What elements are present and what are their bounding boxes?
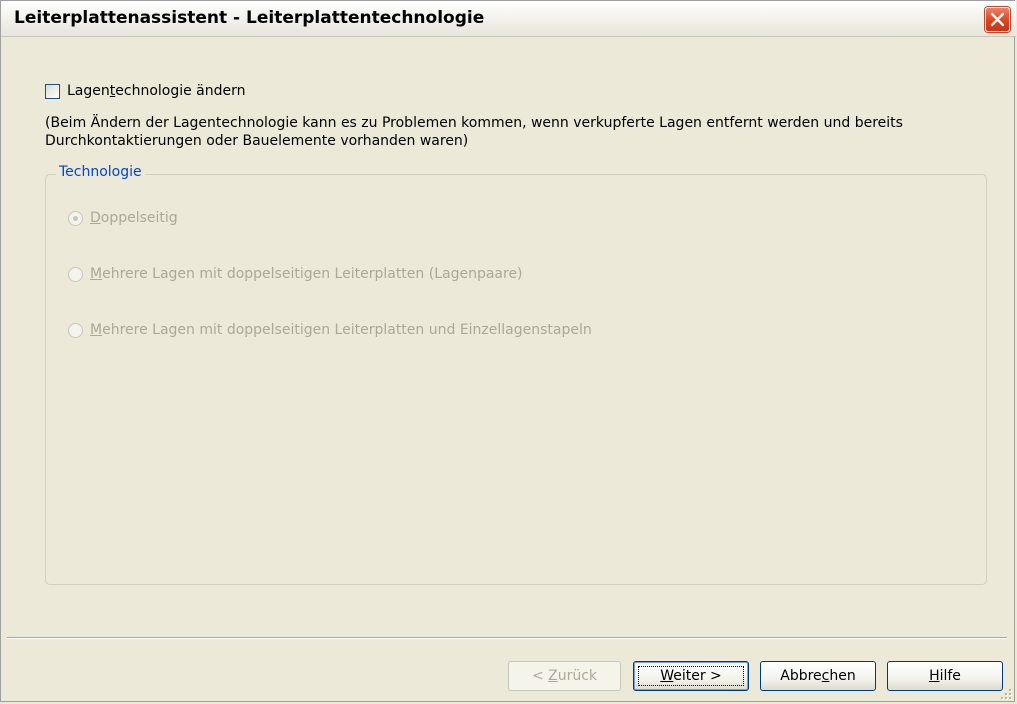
window-title: Leiterplattenassistent - Leiterplattente… xyxy=(14,8,485,28)
change-technology-label[interactable]: Lagentechnologie ändern xyxy=(67,83,246,99)
separator-highlight xyxy=(7,638,1007,639)
resize-grip-icon[interactable] xyxy=(997,685,1013,701)
dialog-window: Leiterplattenassistent - Leiterplattente… xyxy=(0,0,1016,702)
radio-button-multilayer-pairs xyxy=(68,267,83,282)
close-button[interactable] xyxy=(985,7,1010,32)
technology-group xyxy=(45,174,987,585)
radio-label-multilayer-pairs: Mehrere Lagen mit doppelseitigen Leiterp… xyxy=(90,266,523,282)
radio-button-multilayer-stacks xyxy=(68,323,83,338)
cancel-button[interactable]: Abbrechen xyxy=(760,661,876,691)
warning-note: (Beim Ändern der Lagentechnologie kann e… xyxy=(45,115,903,149)
radio-selected-dot xyxy=(73,216,78,221)
next-button[interactable]: Weiter > xyxy=(633,661,749,691)
title-bar[interactable]: Leiterplattenassistent - Leiterplattente… xyxy=(1,1,1016,37)
radio-button-double-sided xyxy=(68,211,83,226)
change-technology-checkbox[interactable] xyxy=(45,84,60,99)
radio-label-multilayer-stacks: Mehrere Lagen mit doppelseitigen Leiterp… xyxy=(90,322,592,338)
radio-label-double-sided: Doppelseitig xyxy=(90,210,178,226)
close-icon xyxy=(990,12,1005,27)
help-button[interactable]: Hilfe xyxy=(887,661,1003,691)
back-button: < Zurück xyxy=(508,661,621,691)
technology-group-title: Technologie xyxy=(56,164,145,180)
